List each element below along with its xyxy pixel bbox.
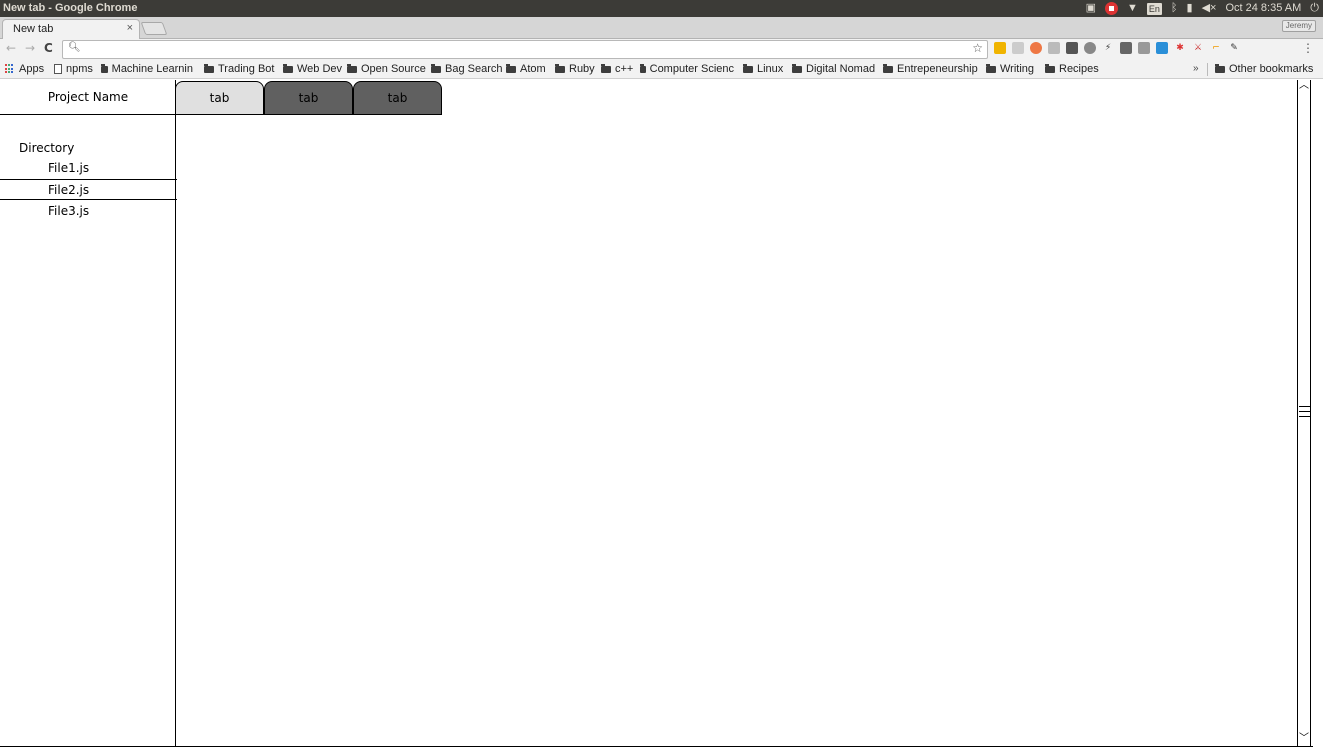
- address-input[interactable]: [81, 42, 961, 57]
- folder-icon: [431, 63, 441, 73]
- search-icon: 🔍︎: [68, 42, 81, 53]
- bookmark-folder[interactable]: Open Source: [347, 63, 426, 75]
- folder-icon: [986, 63, 996, 73]
- bookmark-star-icon[interactable]: ☆: [972, 41, 983, 55]
- editor-tab[interactable]: tab: [264, 81, 353, 115]
- browser-tab-title: New tab: [13, 23, 54, 35]
- wifi-icon[interactable]: ▼: [1127, 1, 1138, 16]
- file-item[interactable]: File1.js: [0, 158, 177, 179]
- extension-icon[interactable]: [1030, 42, 1042, 54]
- folder-icon: [506, 63, 516, 73]
- folder-icon: [1045, 63, 1055, 73]
- folder-icon: [792, 63, 802, 73]
- bookmark-folder[interactable]: Trading Bot: [204, 63, 274, 75]
- battery-icon[interactable]: ▮: [1187, 1, 1193, 16]
- folder-icon: [555, 63, 565, 73]
- directory-label[interactable]: Directory: [19, 141, 74, 155]
- bookmark-folder[interactable]: Linux: [743, 63, 783, 75]
- bookmark-folder[interactable]: Atom: [506, 63, 546, 75]
- other-bookmarks-folder[interactable]: Other bookmarks: [1215, 63, 1313, 75]
- volume-muted-icon[interactable]: ◀×: [1202, 1, 1217, 16]
- folder-icon: [347, 63, 357, 73]
- page-content: Project Name Directory File1.js File2.js…: [0, 80, 1323, 748]
- record-icon[interactable]: [1105, 2, 1118, 15]
- extension-icon[interactable]: ✎: [1228, 42, 1240, 54]
- bookmark-folder[interactable]: Web Dev: [283, 63, 342, 75]
- vertical-scrollbar[interactable]: ︿ ﹀: [1297, 80, 1311, 746]
- browser-toolbar: ← → C 🔍︎ ☆ ⚡ ✱ ⚔ ⌐ ✎ ⋮: [0, 39, 1323, 60]
- bookmark-folder[interactable]: Digital Nomad: [792, 63, 875, 75]
- reload-icon[interactable]: C: [44, 41, 53, 55]
- extension-icon[interactable]: ⚡: [1102, 42, 1114, 54]
- page-icon: [54, 64, 62, 74]
- folder-icon: [883, 63, 893, 73]
- apps-grid-icon: [5, 64, 15, 74]
- extension-icon[interactable]: [1138, 42, 1150, 54]
- window-title: New tab - Google Chrome: [3, 2, 138, 14]
- file-name: File3.js: [48, 204, 90, 218]
- editor-tab-active[interactable]: tab: [175, 81, 264, 115]
- editor-tab[interactable]: tab: [353, 81, 442, 115]
- power-icon[interactable]: ⏻: [1310, 1, 1319, 16]
- chrome-menu-icon[interactable]: ⋮: [1302, 41, 1314, 55]
- browser-tab-new-tab[interactable]: New tab ×: [2, 19, 140, 39]
- scroll-down-icon[interactable]: ﹀: [1299, 734, 1309, 744]
- bookmark-folder[interactable]: c++: [601, 63, 633, 75]
- extension-icon[interactable]: ⚔: [1192, 42, 1204, 54]
- extension-icon[interactable]: [1066, 42, 1078, 54]
- file-item[interactable]: File3.js: [0, 201, 177, 222]
- bookmark-folder[interactable]: Recipes: [1045, 63, 1099, 75]
- bookmark-item[interactable]: npms: [54, 63, 93, 75]
- extension-icon[interactable]: [1156, 42, 1168, 54]
- os-top-panel: New tab - Google Chrome ▣ ▼ En ᛒ ▮ ◀× Oc…: [0, 0, 1323, 17]
- bookmarks-bar: Apps npms Machine Learnin Trading Bot We…: [0, 60, 1323, 79]
- bookmark-folder[interactable]: Machine Learnin: [101, 63, 193, 75]
- folder-icon: [101, 63, 108, 73]
- browser-tab-strip: New tab × Jeremy: [0, 17, 1323, 39]
- screenshot-icon[interactable]: ▣: [1086, 1, 1096, 16]
- folder-icon: [283, 63, 293, 73]
- system-tray: ▣ ▼ En ᛒ ▮ ◀× Oct 24 8:35 AM ⏻: [1086, 1, 1319, 16]
- extension-icon[interactable]: [1084, 42, 1096, 54]
- extension-icon[interactable]: [994, 42, 1006, 54]
- close-tab-icon[interactable]: ×: [127, 22, 133, 34]
- extension-icon[interactable]: [1048, 42, 1060, 54]
- bookmark-folder[interactable]: Computer Scienc: [640, 63, 734, 75]
- profile-button[interactable]: Jeremy: [1281, 20, 1316, 32]
- bookmark-folder[interactable]: Writing: [986, 63, 1034, 75]
- extension-icon[interactable]: ✱: [1174, 42, 1186, 54]
- extensions-area: ⚡ ✱ ⚔ ⌐ ✎: [994, 42, 1240, 54]
- clock[interactable]: Oct 24 8:35 AM: [1225, 1, 1301, 16]
- address-bar[interactable]: 🔍︎ ☆: [62, 40, 988, 59]
- back-arrow-icon[interactable]: ←: [6, 41, 16, 55]
- editor-area[interactable]: [176, 115, 1297, 746]
- folder-icon: [640, 63, 646, 73]
- new-tab-button[interactable]: [140, 22, 168, 35]
- extension-icon[interactable]: [1120, 42, 1132, 54]
- scroll-thumb[interactable]: [1299, 402, 1310, 422]
- project-name[interactable]: Project Name: [0, 80, 176, 115]
- file-name: File2.js: [48, 183, 90, 197]
- bottom-border: [0, 746, 1313, 747]
- bookmarks-overflow-icon[interactable]: »: [1193, 63, 1199, 74]
- file-item-selected[interactable]: File2.js: [0, 179, 177, 200]
- folder-icon: [1215, 63, 1225, 73]
- scroll-up-icon[interactable]: ︿: [1299, 81, 1309, 91]
- file-name: File1.js: [48, 161, 90, 175]
- bookmark-folder[interactable]: Bag Search: [431, 63, 502, 75]
- bookmark-folder[interactable]: Ruby: [555, 63, 595, 75]
- bookmark-apps[interactable]: Apps: [5, 63, 44, 75]
- folder-icon: [601, 63, 611, 73]
- forward-arrow-icon[interactable]: →: [25, 41, 35, 55]
- bookmarks-divider: [1207, 63, 1208, 76]
- folder-icon: [204, 63, 214, 73]
- folder-icon: [743, 63, 753, 73]
- bookmark-folder[interactable]: Entrepeneurship: [883, 63, 978, 75]
- keyboard-layout-indicator[interactable]: En: [1146, 2, 1162, 15]
- extension-icon[interactable]: [1012, 42, 1024, 54]
- file-sidebar: Project Name Directory File1.js File2.js…: [0, 80, 177, 746]
- bluetooth-icon[interactable]: ᛒ: [1171, 1, 1178, 16]
- extension-icon[interactable]: ⌐: [1210, 42, 1222, 54]
